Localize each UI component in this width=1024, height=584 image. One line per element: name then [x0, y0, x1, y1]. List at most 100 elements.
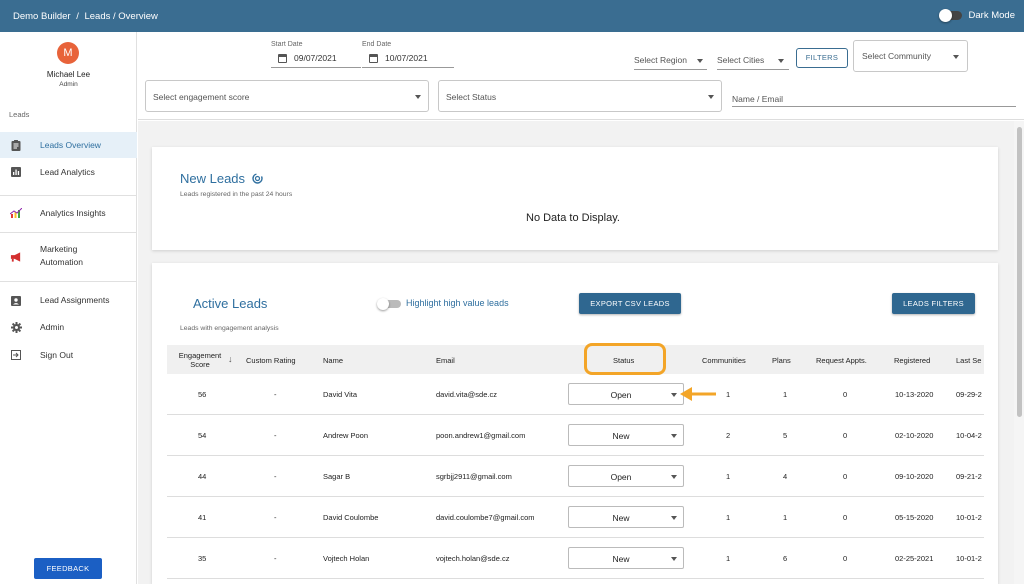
- sidebar-item-leads-overview[interactable]: Leads Overview: [0, 132, 137, 158]
- breadcrumb-current: Leads / Overview: [84, 11, 158, 22]
- highlight-high-value-toggle[interactable]: [377, 298, 401, 310]
- chevron-down-icon: [671, 434, 677, 438]
- table-row[interactable]: 41 - David Coulombe david.coulombe7@gmai…: [167, 497, 984, 538]
- status-dropdown[interactable]: Open: [568, 465, 684, 487]
- dark-mode-control: Dark Mode: [938, 9, 1015, 22]
- status-dropdown[interactable]: Open: [568, 383, 684, 405]
- cell-name: Vojtech Holan: [323, 554, 370, 563]
- table-row[interactable]: 54 - Andrew Poon poon.andrew1@gmail.com …: [167, 415, 984, 456]
- cell-registered: 02-10-2020: [895, 431, 934, 440]
- cell-rating: -: [274, 390, 277, 399]
- table-row[interactable]: 35 - Vojtech Holan vojtech.holan@sde.cz …: [167, 538, 984, 579]
- cell-name: Andrew Poon: [323, 431, 369, 440]
- dark-mode-toggle[interactable]: [938, 9, 962, 22]
- cell-rating: -: [274, 554, 277, 563]
- cell-name: Sagar B: [323, 472, 351, 481]
- assignment-ind-icon: [10, 294, 22, 306]
- status-dropdown[interactable]: New: [568, 424, 684, 446]
- cell-registered: 02-25-2021: [895, 554, 934, 563]
- sidebar-divider: [0, 232, 137, 233]
- cell-email: poon.andrew1@gmail.com: [436, 431, 526, 440]
- table-row[interactable]: 56 - David Vita david.vita@sde.cz Open 1…: [167, 374, 984, 415]
- column-communities[interactable]: Communities: [702, 356, 746, 365]
- cell-name: David Coulombe: [323, 513, 379, 522]
- column-plans[interactable]: Plans: [772, 356, 791, 365]
- scrollbar-thumb[interactable]: [1017, 127, 1022, 417]
- cell-rating: -: [274, 513, 277, 522]
- column-registered[interactable]: Registered: [894, 356, 930, 365]
- sidebar-item-label: Leads Overview: [40, 140, 101, 150]
- status-value: New: [612, 513, 630, 523]
- chevron-down-icon: [953, 55, 959, 59]
- start-date-field[interactable]: 09/07/2021: [278, 53, 337, 63]
- chevron-down-icon: [671, 557, 677, 561]
- sidebar-item-sign-out[interactable]: Sign Out: [0, 342, 137, 368]
- sidebar-item-label-line2: Automation: [40, 257, 83, 267]
- breadcrumb-root[interactable]: Demo Builder: [13, 11, 71, 22]
- filter-panel: Start Date 09/07/2021 End Date 10/07/202…: [138, 32, 1024, 120]
- cell-appts: 0: [843, 431, 848, 440]
- clipboard-icon: [10, 139, 22, 151]
- sidebar-item-lead-analytics[interactable]: Lead Analytics: [0, 159, 137, 185]
- column-last-seen[interactable]: Last Se: [956, 356, 981, 365]
- status-dropdown[interactable]: New: [568, 547, 684, 569]
- export-csv-button[interactable]: EXPORT CSV LEADS: [579, 293, 681, 314]
- chevron-down-icon: [708, 95, 714, 99]
- cell-plans: 1: [783, 390, 788, 399]
- sort-arrow-down-icon[interactable]: ↓: [228, 354, 233, 364]
- sidebar: M Michael Lee Admin Leads Leads Overview…: [0, 32, 137, 584]
- left-arrow-annotation-icon: [680, 386, 718, 404]
- leads-filters-button[interactable]: LEADS FILTERS: [892, 293, 975, 314]
- feedback-button[interactable]: FEEDBACK: [34, 558, 102, 579]
- sidebar-item-admin[interactable]: Admin: [0, 314, 137, 340]
- sidebar-divider: [0, 195, 137, 196]
- chevron-down-icon: [697, 59, 703, 63]
- cell-appts: 0: [843, 513, 848, 522]
- sidebar-item-analytics-insights[interactable]: Analytics Insights: [0, 200, 137, 226]
- new-leads-title: New Leads: [180, 171, 263, 187]
- end-date-field[interactable]: 10/07/2021: [369, 53, 428, 63]
- community-placeholder: Select Community: [862, 51, 931, 61]
- table-row[interactable]: 44 - Sagar B sgrbjj2911@gmail.com Open 1…: [167, 456, 984, 497]
- column-email[interactable]: Email: [436, 356, 455, 365]
- status-select[interactable]: Select Status: [438, 80, 722, 112]
- scrollbar[interactable]: [1014, 121, 1024, 584]
- column-request-appts[interactable]: Request Appts.: [816, 356, 867, 365]
- cities-underline: [717, 69, 789, 70]
- cell-plans: 6: [783, 554, 788, 563]
- name-email-placeholder: Name / Email: [732, 94, 784, 104]
- sidebar-item-marketing-automation[interactable]: Marketing Automation: [0, 243, 137, 273]
- start-date-underline: [271, 67, 361, 68]
- chevron-down-icon: [671, 393, 677, 397]
- status-dropdown[interactable]: New: [568, 506, 684, 528]
- sidebar-item-label: Marketing: [40, 244, 78, 254]
- loading-spinner-icon: [251, 172, 263, 187]
- region-underline: [634, 69, 707, 70]
- calendar-icon: [278, 53, 287, 63]
- exit-icon: [10, 349, 22, 361]
- user-name: Michael Lee: [46, 70, 91, 79]
- sidebar-item-label: Analytics Insights: [40, 208, 106, 218]
- column-name[interactable]: Name: [323, 356, 343, 365]
- sidebar-section-label: Leads: [9, 110, 30, 119]
- avatar[interactable]: M: [57, 42, 79, 64]
- column-engagement-score[interactable]: Engagement Score: [175, 351, 225, 369]
- sidebar-item-lead-assignments[interactable]: Lead Assignments: [0, 287, 137, 313]
- highlight-high-value-label: Highlight high value leads: [406, 298, 509, 308]
- cell-email: sgrbjj2911@gmail.com: [436, 472, 512, 481]
- bar-chart-icon: [10, 166, 22, 178]
- status-value: Open: [610, 472, 632, 482]
- filters-button[interactable]: FILTERS: [796, 48, 848, 68]
- active-leads-title: Active Leads: [193, 296, 268, 311]
- engagement-placeholder: Select engagement score: [153, 92, 250, 102]
- chevron-down-icon: [671, 516, 677, 520]
- cell-communities: 1: [726, 513, 731, 522]
- sidebar-item-label: Admin: [40, 322, 65, 332]
- community-select[interactable]: Select Community: [853, 40, 968, 72]
- cell-appts: 0: [843, 472, 848, 481]
- region-placeholder: Select Region: [634, 55, 687, 65]
- active-leads-subtitle: Leads with engagement analysis: [180, 325, 279, 332]
- cell-communities: 2: [726, 431, 731, 440]
- column-custom-rating[interactable]: Custom Rating: [246, 356, 296, 365]
- engagement-score-select[interactable]: Select engagement score: [145, 80, 429, 112]
